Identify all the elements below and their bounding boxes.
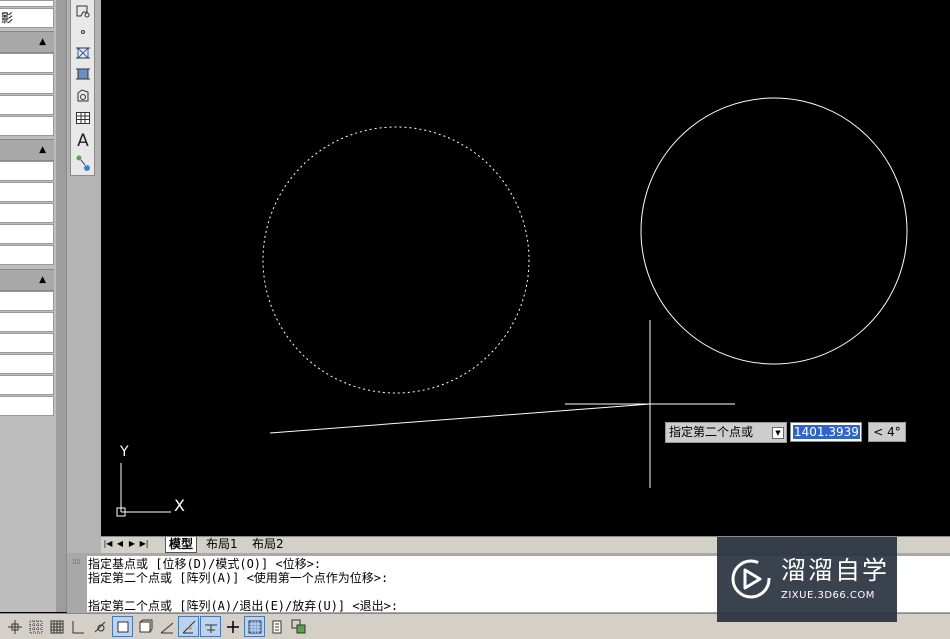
last-tab-icon[interactable]: ▶|: [139, 538, 149, 550]
palette-section-header[interactable]: ▲: [0, 269, 54, 291]
palette-cell[interactable]: [0, 333, 54, 353]
palette-cell[interactable]: [0, 116, 54, 136]
dynamic-prompt-text: 指定第二个点或: [669, 425, 754, 439]
collapse-icon[interactable]: ▲: [39, 275, 46, 285]
palette-cell[interactable]: [0, 312, 54, 332]
palette-scrollbar[interactable]: [56, 0, 66, 612]
hatch-icon[interactable]: [73, 43, 93, 63]
polar-icon[interactable]: [67, 616, 88, 637]
angle-input-field[interactable]: < 4°: [868, 422, 906, 442]
drawing-canvas[interactable]: Y X: [101, 0, 950, 536]
palette-cell[interactable]: [0, 396, 54, 416]
palette-cell[interactable]: [0, 95, 54, 115]
palette-cell[interactable]: [0, 74, 54, 94]
dyn-icon[interactable]: [156, 616, 177, 637]
drawing-geometry: [116, 97, 908, 517]
watermark-title: 溜溜自学: [781, 556, 890, 585]
collapse-icon[interactable]: ▲: [39, 145, 46, 155]
tab-model[interactable]: 模型: [165, 537, 198, 553]
table-icon[interactable]: [73, 108, 93, 128]
next-tab-icon[interactable]: ▶: [127, 538, 137, 550]
gradient-icon[interactable]: [73, 64, 93, 84]
dropdown-arrow-icon[interactable]: ▼: [772, 427, 784, 439]
palette-cell[interactable]: [0, 203, 54, 223]
boundary-icon[interactable]: [73, 86, 93, 106]
palette-cell[interactable]: [0, 354, 54, 374]
selected-circle: [262, 126, 530, 394]
distance-input-field[interactable]: 1401.3939: [790, 422, 862, 442]
palette-cell[interactable]: 影: [0, 8, 54, 28]
otrack-icon[interactable]: [112, 616, 133, 637]
tab-layout1[interactable]: 布局1: [203, 537, 241, 552]
sc-icon[interactable]: [222, 616, 243, 637]
draw-toolbar: A: [70, 0, 95, 176]
point-icon[interactable]: [73, 22, 93, 42]
osnap-icon[interactable]: [90, 616, 111, 637]
palette-cell[interactable]: [0, 182, 54, 202]
paper-icon[interactable]: [266, 616, 287, 637]
text-icon[interactable]: A: [73, 131, 93, 151]
model-icon[interactable]: [244, 616, 265, 637]
watermark: 溜溜自学 ZIXUE.3D66.COM: [717, 537, 897, 622]
qp-icon[interactable]: [200, 616, 221, 637]
distance-input-value[interactable]: 1401.3939: [793, 425, 860, 439]
command-history-line: 指定基点或 [位移(D)/模式(O)] <位移>:: [88, 557, 322, 571]
grip-handle-icon[interactable]: [72, 558, 82, 578]
palette-cell[interactable]: [0, 0, 54, 7]
ducs-icon[interactable]: [134, 616, 155, 637]
command-history-line: 指定第二个点或 [阵列(A)] <使用第一个点作为位移>:: [88, 571, 389, 585]
palette-cell[interactable]: [0, 375, 54, 395]
palette-cell[interactable]: [0, 161, 54, 181]
region-icon[interactable]: [73, 1, 93, 21]
rubber-band-line: [269, 403, 651, 434]
properties-palette: 影 ▲ ▲ ▲: [0, 0, 67, 612]
ucs-y-label: Y: [120, 444, 129, 460]
watermark-subtitle: ZIXUE.3D66.COM: [781, 590, 875, 601]
tab-layout2[interactable]: 布局2: [249, 537, 287, 552]
palette-section-header[interactable]: ▲: [0, 139, 54, 161]
selection-cycling-icon[interactable]: [288, 616, 309, 637]
ucs-x-label: X: [174, 496, 185, 515]
grid-icon[interactable]: [25, 616, 46, 637]
circle: [640, 97, 908, 365]
palette-cell[interactable]: [0, 291, 54, 311]
palette-cell[interactable]: [0, 245, 54, 265]
collapse-icon[interactable]: ▲: [39, 37, 46, 47]
palette-section-header[interactable]: ▲: [0, 31, 54, 53]
first-tab-icon[interactable]: |◀: [103, 538, 113, 550]
palette-cell[interactable]: [0, 224, 54, 244]
ortho-icon[interactable]: [46, 616, 67, 637]
palette-cell[interactable]: [0, 53, 54, 73]
dynamic-input-prompt: 指定第二个点或 ▼: [665, 422, 787, 443]
snap-icon[interactable]: [4, 616, 25, 637]
prev-tab-icon[interactable]: ◀: [115, 538, 125, 550]
play-logo-icon: [731, 559, 771, 599]
command-input-line[interactable]: 指定第二个点或 [阵列(A)/退出(E)/放弃(U)] <退出>:: [88, 599, 398, 613]
lineweight-icon[interactable]: [178, 616, 199, 637]
add-selected-icon[interactable]: [73, 153, 93, 173]
